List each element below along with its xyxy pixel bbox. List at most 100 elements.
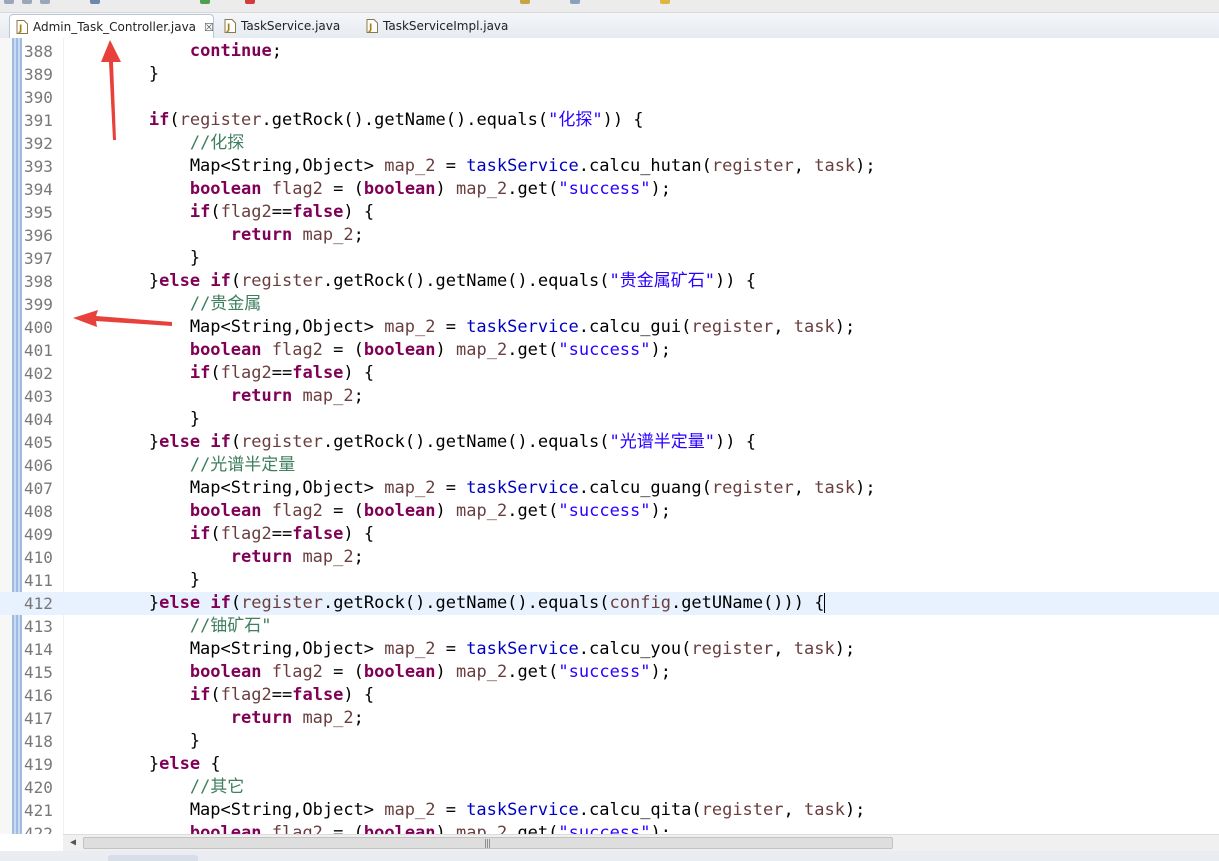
code-line[interactable]: 411 }: [0, 569, 1219, 592]
code-text[interactable]: if(flag2==false) {: [67, 684, 374, 707]
horizontal-scrollbar[interactable]: ◀ |||: [63, 834, 1219, 852]
code-text[interactable]: Map<String,Object> map_2 = taskService.c…: [67, 316, 855, 339]
code-text[interactable]: }: [67, 730, 200, 753]
scrollbar-thumb[interactable]: |||: [83, 837, 893, 849]
code-text[interactable]: Map<String,Object> map_2 = taskService.c…: [67, 799, 866, 822]
code-text[interactable]: if(flag2==false) {: [67, 201, 374, 224]
code-line[interactable]: 408 boolean flag2 = (boolean) map_2.get(…: [0, 500, 1219, 523]
code-text[interactable]: //化探: [67, 132, 244, 155]
code-text[interactable]: Map<String,Object> map_2 = taskService.c…: [67, 477, 876, 500]
code-token: )) {: [715, 271, 756, 291]
code-line[interactable]: 406 //光谱半定量: [0, 454, 1219, 477]
code-text[interactable]: return map_2;: [67, 546, 364, 569]
code-token: "success": [558, 340, 651, 360]
code-text[interactable]: if(flag2==false) {: [67, 523, 374, 546]
code-text[interactable]: }: [67, 247, 200, 270]
code-line[interactable]: 407 Map<String,Object> map_2 = taskServi…: [0, 477, 1219, 500]
code-line[interactable]: 391 if(register.getRock().getName().equa…: [0, 109, 1219, 132]
code-line[interactable]: 409 if(flag2==false) {: [0, 523, 1219, 546]
line-number: 393: [24, 157, 53, 176]
code-line[interactable]: 401 boolean flag2 = (boolean) map_2.get(…: [0, 339, 1219, 362]
toolbar-icon[interactable]: [40, 0, 50, 4]
tab-task-service[interactable]: J TaskService.java: [218, 14, 358, 38]
code-text[interactable]: //贵金属: [67, 293, 261, 316]
toolbar-icon[interactable]: [520, 0, 530, 4]
code-text[interactable]: //其它: [67, 776, 244, 799]
line-number: 409: [24, 525, 53, 544]
toolbar-icon[interactable]: [90, 0, 100, 4]
code-text[interactable]: }else if(register.getRock().getName().eq…: [67, 270, 756, 293]
code-line[interactable]: 420 //其它: [0, 776, 1219, 799]
scroll-left-icon[interactable]: ◀: [67, 837, 79, 849]
code-text[interactable]: continue;: [67, 40, 282, 63]
code-line[interactable]: 414 Map<String,Object> map_2 = taskServi…: [0, 638, 1219, 661]
line-number: 406: [24, 456, 53, 475]
code-text[interactable]: if(register.getRock().getName().equals("…: [67, 109, 644, 132]
code-line[interactable]: 389 }: [0, 63, 1219, 86]
code-token: if: [189, 202, 211, 222]
code-text[interactable]: Map<String,Object> map_2 = taskService.c…: [67, 155, 876, 178]
code-token: flag2: [220, 363, 272, 383]
code-token: .calcu_guang(: [578, 478, 712, 498]
close-icon[interactable]: ☒: [204, 21, 214, 34]
code-text[interactable]: //光谱半定量: [67, 454, 295, 477]
code-line[interactable]: 399 //贵金属: [0, 293, 1219, 316]
line-number: 420: [24, 778, 53, 797]
code-line[interactable]: 418 }: [0, 730, 1219, 753]
code-text[interactable]: if(flag2==false) {: [67, 362, 374, 385]
code-text[interactable]: return map_2;: [67, 707, 364, 730]
code-text[interactable]: boolean flag2 = (boolean) map_2.get("suc…: [67, 822, 671, 834]
code-line[interactable]: 412 }else if(register.getRock().getName(…: [0, 592, 1219, 615]
code-text[interactable]: boolean flag2 = (boolean) map_2.get("suc…: [67, 500, 671, 523]
code-text[interactable]: Map<String,Object> map_2 = taskService.c…: [67, 638, 855, 661]
code-line[interactable]: 400 Map<String,Object> map_2 = taskServi…: [0, 316, 1219, 339]
code-text[interactable]: }else if(register.getRock().getName().eq…: [67, 431, 756, 454]
code-text[interactable]: }: [67, 408, 200, 431]
code-text[interactable]: //铀矿石": [67, 615, 272, 638]
code-line[interactable]: 405 }else if(register.getRock().getName(…: [0, 431, 1219, 454]
code-text[interactable]: return map_2;: [67, 385, 364, 408]
code-text[interactable]: boolean flag2 = (boolean) map_2.get("suc…: [67, 339, 671, 362]
code-line[interactable]: 402 if(flag2==false) {: [0, 362, 1219, 385]
code-line[interactable]: 390: [0, 86, 1219, 109]
code-line[interactable]: 416 if(flag2==false) {: [0, 684, 1219, 707]
code-line[interactable]: 392 //化探: [0, 132, 1219, 155]
code-text[interactable]: }: [67, 569, 200, 592]
code-line[interactable]: 417 return map_2;: [0, 707, 1219, 730]
toolbar-icon[interactable]: [4, 0, 14, 4]
code-editor[interactable]: 388 continue; 389 } 390 391 if(register.get…: [0, 38, 1219, 834]
code-text[interactable]: }: [67, 63, 159, 86]
code-text[interactable]: boolean flag2 = (boolean) map_2.get("suc…: [67, 661, 671, 684]
code-line[interactable]: 422 boolean flag2 = (boolean) map_2.get(…: [0, 822, 1219, 834]
toolbar-icon[interactable]: [570, 0, 580, 4]
bottom-tab[interactable]: [108, 855, 198, 861]
code-line[interactable]: 398 }else if(register.getRock().getName(…: [0, 270, 1219, 293]
toolbar-icon[interactable]: [245, 0, 255, 4]
code-line[interactable]: 393 Map<String,Object> map_2 = taskServi…: [0, 155, 1219, 178]
code-line[interactable]: 388 continue;: [0, 40, 1219, 63]
toolbar-icon[interactable]: [660, 0, 670, 4]
code-line[interactable]: 415 boolean flag2 = (boolean) map_2.get(…: [0, 661, 1219, 684]
code-token: else: [159, 271, 201, 291]
code-line[interactable]: 396 return map_2;: [0, 224, 1219, 247]
code-text[interactable]: boolean flag2 = (boolean) map_2.get("suc…: [67, 178, 671, 201]
code-line[interactable]: 397 }: [0, 247, 1219, 270]
code-line[interactable]: 394 boolean flag2 = (boolean) map_2.get(…: [0, 178, 1219, 201]
code-line[interactable]: 421 Map<String,Object> map_2 = taskServi…: [0, 799, 1219, 822]
code-line[interactable]: 413 //铀矿石": [0, 615, 1219, 638]
code-line[interactable]: 404 }: [0, 408, 1219, 431]
code-line[interactable]: 395 if(flag2==false) {: [0, 201, 1219, 224]
code-text[interactable]: return map_2;: [67, 224, 364, 247]
tab-admin-task-controller[interactable]: J Admin_Task_Controller.java ☒: [9, 14, 214, 39]
code-line[interactable]: 410 return map_2;: [0, 546, 1219, 569]
code-token: = (: [322, 823, 364, 834]
code-token: continue: [189, 41, 272, 61]
tab-task-service-impl[interactable]: J TaskServiceImpl.java: [360, 14, 520, 38]
toolbar-icon[interactable]: [22, 0, 32, 4]
code-text[interactable]: }else if(register.getRock().getName().eq…: [67, 592, 826, 615]
code-line[interactable]: 403 return map_2;: [0, 385, 1219, 408]
code-line[interactable]: 419 }else {: [0, 753, 1219, 776]
code-text[interactable]: }else {: [67, 753, 221, 776]
toolbar-icon[interactable]: [200, 0, 210, 4]
